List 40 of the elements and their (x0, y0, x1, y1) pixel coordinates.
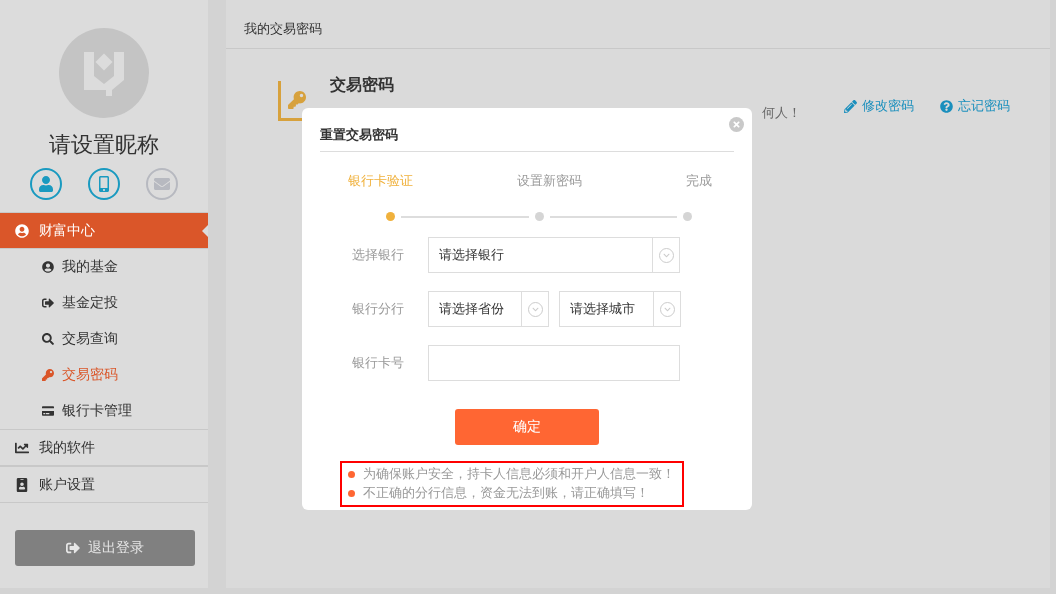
field-label: 银行分行 (351, 300, 405, 318)
close-icon (732, 120, 741, 129)
submenu-item[interactable]: 基金定投 (0, 285, 208, 321)
card-title: 交易密码 (330, 75, 395, 96)
key-icon (42, 369, 54, 381)
submenu-item[interactable]: 银行卡管理 (0, 393, 208, 429)
breadcrumb: 我的交易密码 (244, 21, 322, 36)
select-field[interactable]: 请选择城市 (559, 291, 681, 327)
line-chart-icon (15, 440, 29, 455)
submenu-item[interactable]: 交易查询 (0, 321, 208, 357)
field-label: 选择银行 (351, 246, 405, 264)
step-label: 设置新密码 (517, 172, 582, 190)
note-text: 不正确的分行信息，资金无法到账，请正确填写！ (363, 485, 649, 502)
select-field[interactable]: 请选择银行 (428, 237, 680, 273)
dialog-title: 重置交易密码 (320, 127, 398, 142)
input-field[interactable] (428, 345, 680, 381)
mail-icon[interactable] (146, 168, 178, 200)
menu-item[interactable]: 财富中心 (0, 212, 208, 249)
description-text: 何人！ (762, 105, 801, 120)
badge-icon (15, 477, 29, 492)
step-label: 银行卡验证 (348, 172, 413, 190)
magnifier-icon (42, 333, 54, 345)
submenu-item[interactable]: 我的基金 (0, 249, 208, 285)
user-icon[interactable] (30, 168, 62, 200)
bullet-icon (348, 471, 355, 478)
bullet-icon (348, 490, 355, 497)
menu-item[interactable]: 账户设置 (0, 466, 208, 503)
step-label: 完成 (686, 172, 712, 190)
pointer-notch (202, 225, 208, 237)
help-icon (940, 99, 953, 113)
nickname: 请设置昵称 (48, 131, 160, 159)
field-label: 银行卡号 (351, 354, 405, 372)
phone-icon[interactable] (88, 168, 120, 200)
card-icon (42, 405, 54, 417)
exit-arrow-icon (42, 297, 54, 309)
menu-item[interactable]: 我的软件 (0, 429, 208, 466)
pencil-icon (844, 99, 857, 113)
exit-arrow-icon (66, 541, 80, 555)
close-button[interactable] (729, 117, 744, 132)
select-field[interactable]: 请选择省份 (428, 291, 549, 327)
